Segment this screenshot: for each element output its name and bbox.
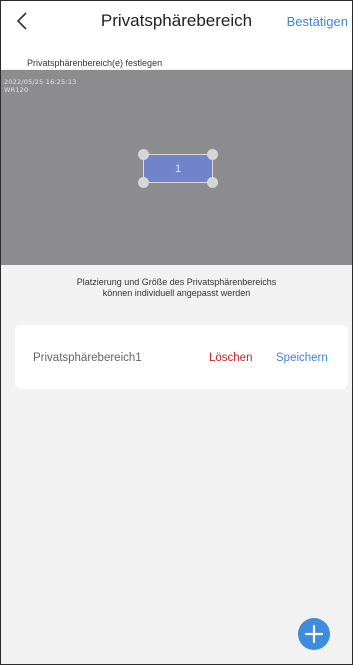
osd-datetime: 2022/05/25 16:25:13 <box>4 78 77 86</box>
subheader-strip: Privatsphärenbereich(e) festlegen <box>1 41 352 69</box>
hint-text: Platzierung und Größe des Privatsphärenb… <box>1 277 352 299</box>
resize-handle-bottom-left[interactable] <box>138 177 149 188</box>
zone-name-label: Privatsphärebereich1 <box>33 352 142 364</box>
privacy-zone[interactable]: 1 <box>138 149 218 188</box>
resize-handle-top-right[interactable] <box>207 149 218 160</box>
app-frame: Privatsphärebereich Bestätigen Privatsph… <box>0 0 353 665</box>
delete-button[interactable]: Löschen <box>209 352 252 364</box>
privacy-zone-label: 1 <box>174 163 182 175</box>
resize-handle-bottom-right[interactable] <box>207 177 218 188</box>
subheader-label: Privatsphärenbereich(e) festlegen <box>27 58 163 68</box>
confirm-button[interactable]: Bestätigen <box>287 14 348 29</box>
resize-handle-top-left[interactable] <box>138 149 149 160</box>
hint-line-1: Platzierung und Größe des Privatsphärenb… <box>76 277 277 287</box>
osd-camera-name: WR120 <box>4 86 29 94</box>
zone-list-item: Privatsphärebereich1 Löschen Speichern <box>15 325 348 389</box>
top-bar: Privatsphärebereich Bestätigen <box>1 1 352 41</box>
plus-icon <box>304 624 324 644</box>
hint-line-2: können individuell angepasst werden <box>102 288 251 298</box>
add-zone-button[interactable] <box>298 618 330 650</box>
save-button[interactable]: Speichern <box>276 352 328 364</box>
camera-preview[interactable]: 2022/05/25 16:25:13 WR120 1 <box>1 70 352 265</box>
